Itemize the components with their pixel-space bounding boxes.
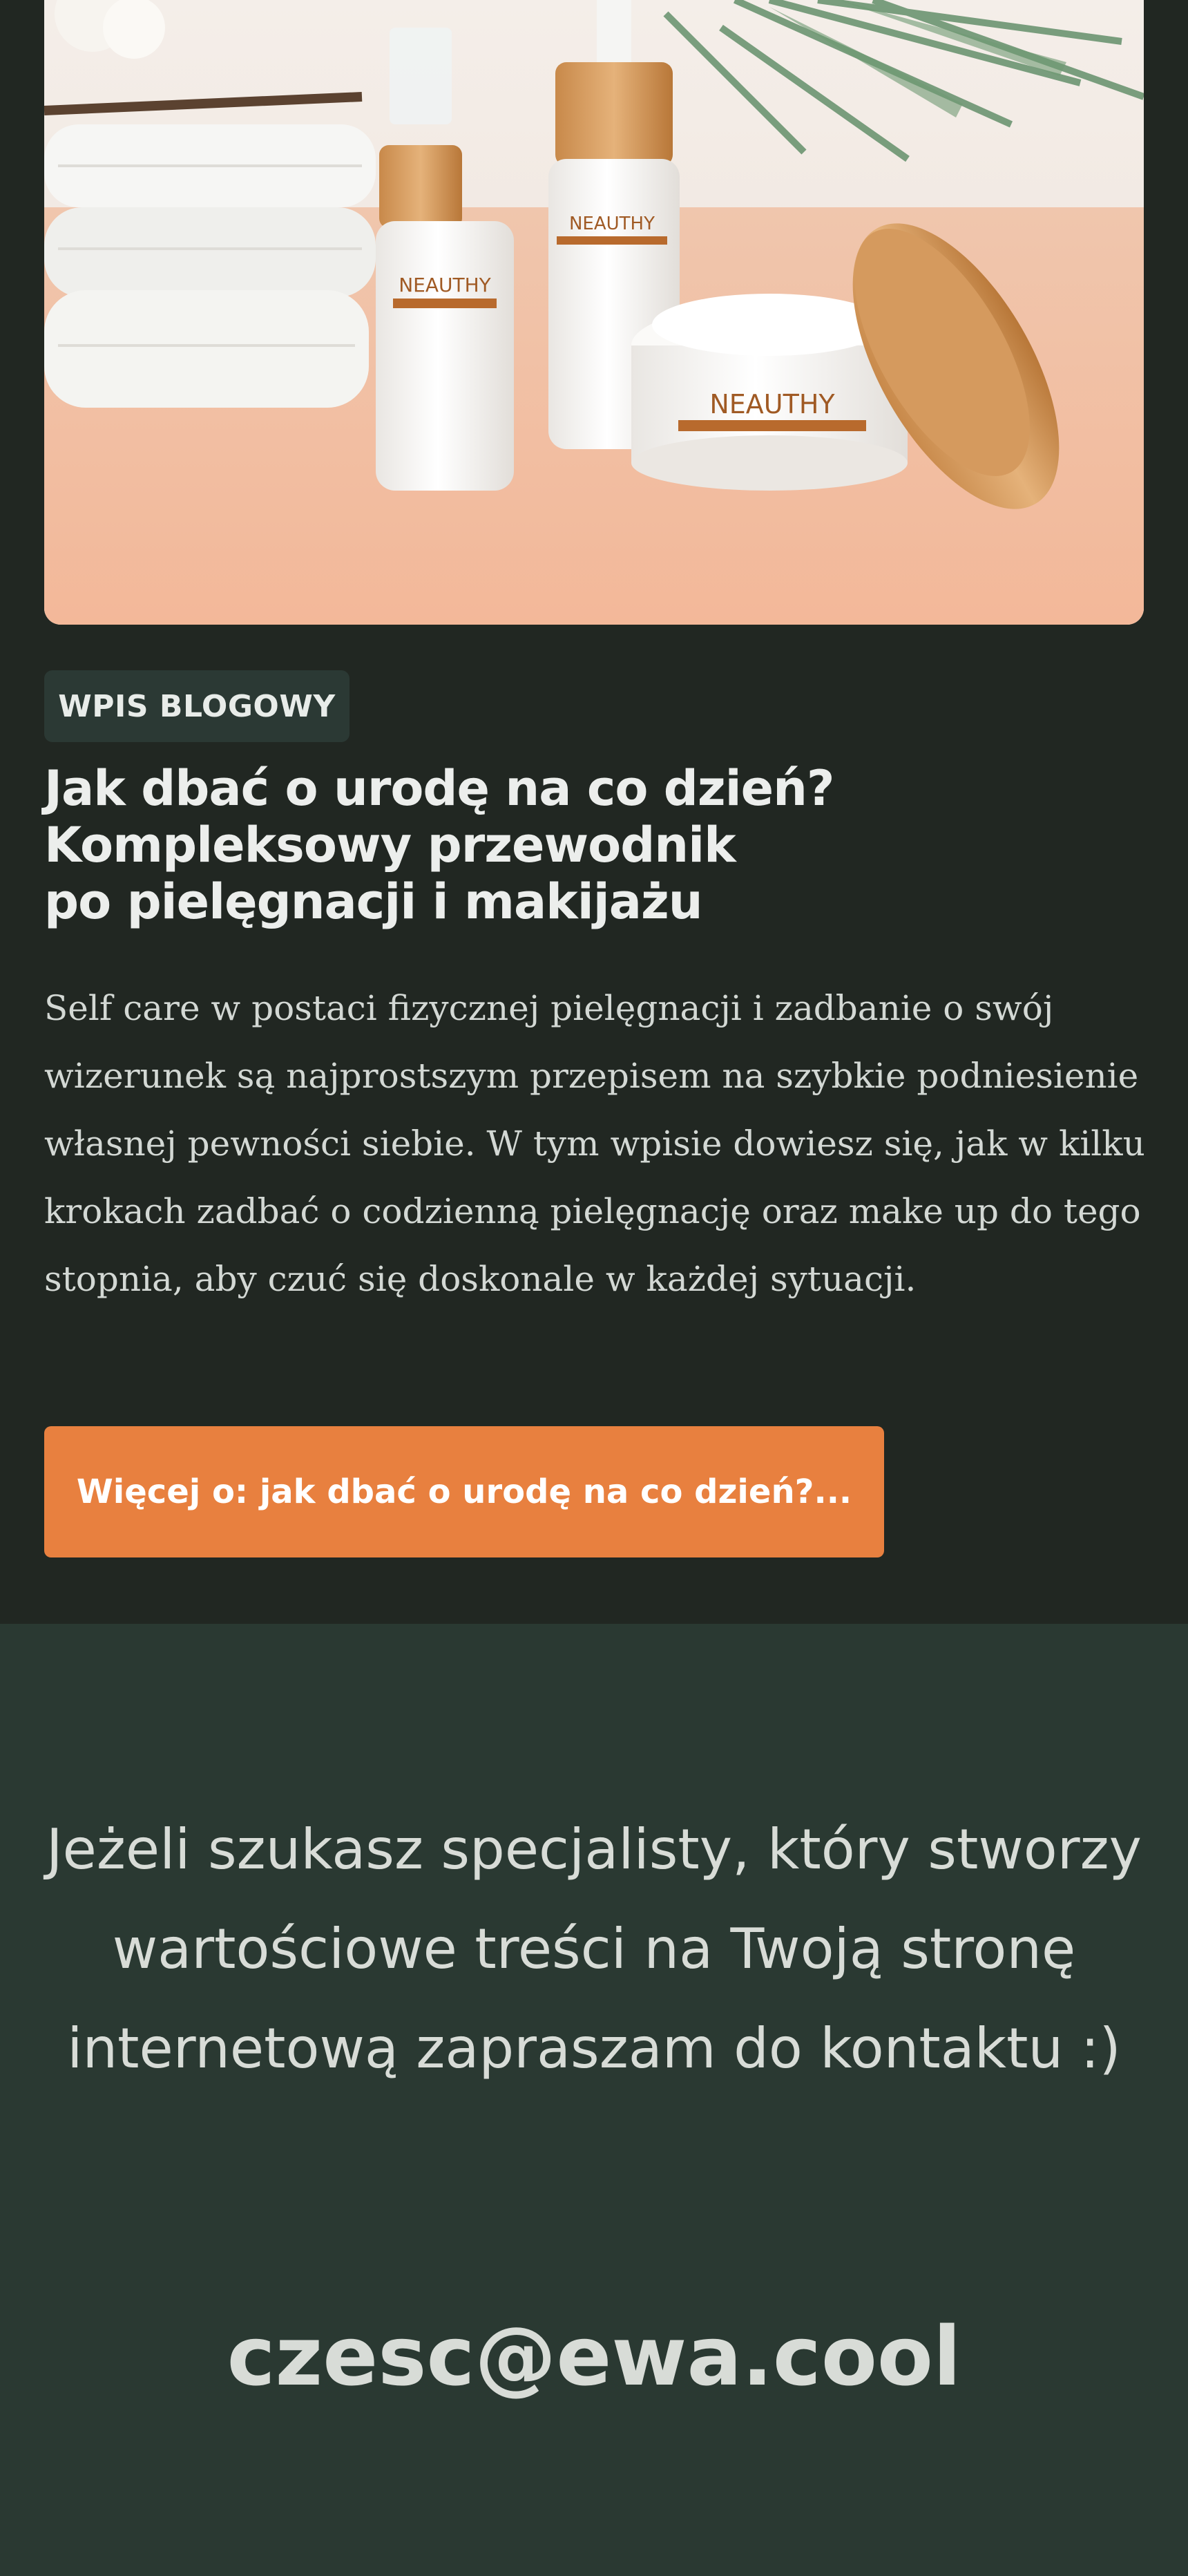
blog-post-image[interactable]: NEAUTHY NEAUTHY NEAUTHY — [44, 0, 1144, 625]
svg-text:NEAUTHY: NEAUTHY — [709, 389, 835, 419]
blog-post-section: NEAUTHY NEAUTHY NEAUTHY WPIS BLOGOWY Jak… — [0, 0, 1188, 1624]
svg-text:NEAUTHY: NEAUTHY — [569, 214, 655, 234]
category-badge[interactable]: WPIS BLOGOWY — [44, 670, 349, 742]
contact-section — [0, 1624, 1188, 2576]
post-title-line: Jak dbać o urodę na co dzień? — [44, 760, 835, 817]
read-more-button[interactable]: Więcej o: jak dbać o urodę na co dzień?.… — [44, 1426, 884, 1557]
post-excerpt: Self care w postaci fizycznej pielęgnacj… — [44, 988, 1145, 1299]
post-title[interactable]: Jak dbać o urodę na co dzień? Kompleksow… — [44, 760, 1122, 930]
svg-text:NEAUTHY: NEAUTHY — [399, 274, 491, 296]
post-title-line: po pielęgnacji i makijażu — [44, 873, 703, 930]
post-title-line: Kompleksowy przewodnik — [44, 817, 736, 873]
contact-text: Jeżeli szukasz specjalisty, który stworz… — [46, 1817, 1142, 2081]
contact-email-link[interactable]: czesc@ewa.cool — [0, 2308, 1188, 2405]
skincare-products-illustration: NEAUTHY NEAUTHY NEAUTHY — [44, 0, 1144, 625]
